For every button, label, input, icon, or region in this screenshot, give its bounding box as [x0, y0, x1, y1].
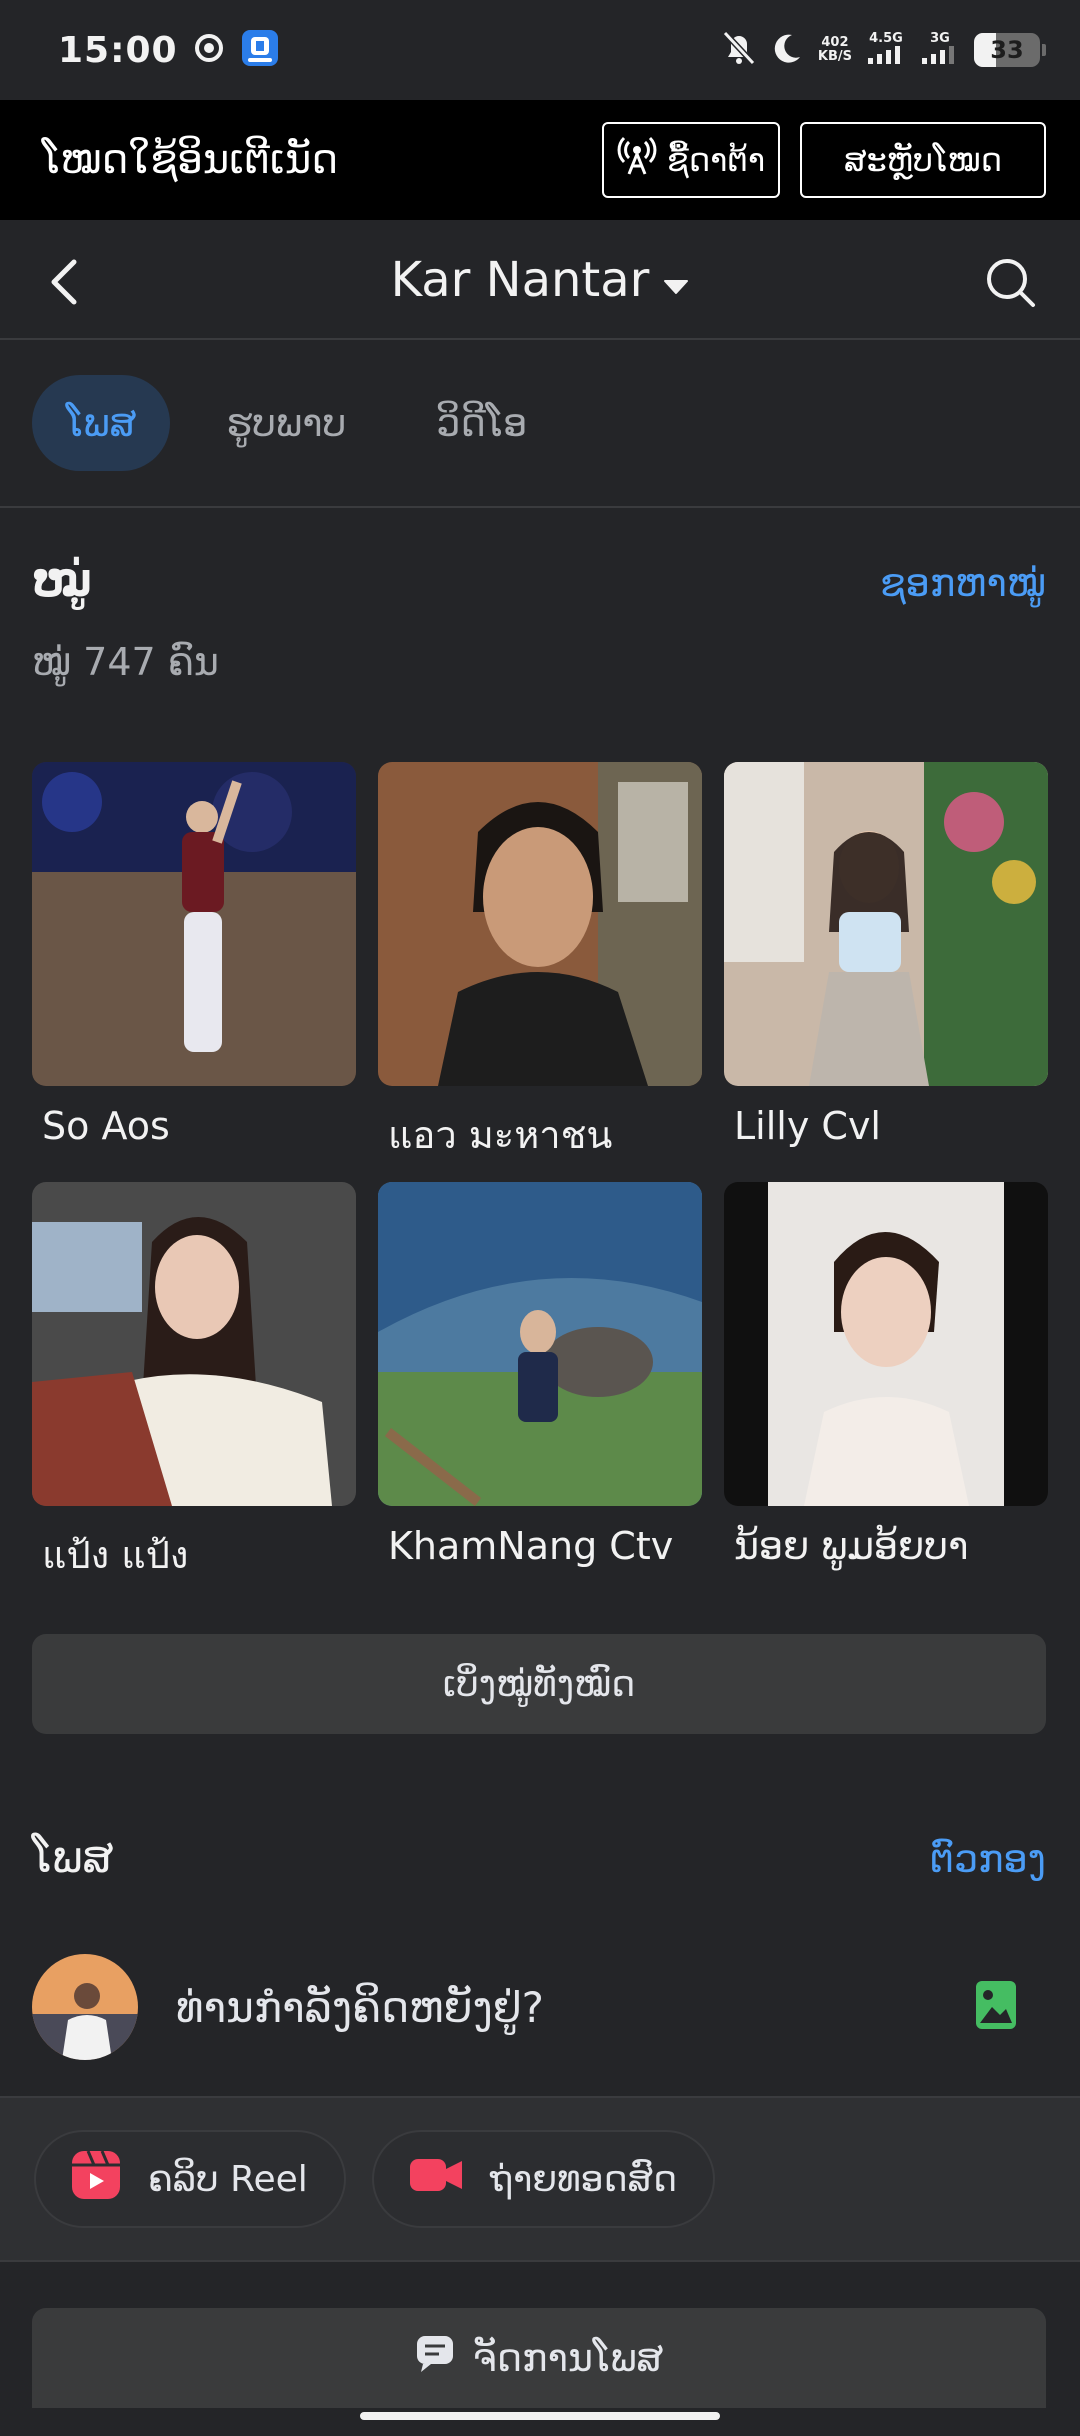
friend-card[interactable]: แอว มะหาชน: [378, 762, 702, 1182]
friend-card[interactable]: ນ້ອຍ ພູມອ້ຍບາ: [724, 1182, 1048, 1602]
signal-4g: 4.5G: [866, 32, 906, 68]
mute-bell-icon: [722, 30, 756, 70]
filter-link[interactable]: ຕົວກອງ: [930, 1837, 1046, 1881]
photo-icon[interactable]: [974, 1979, 1018, 2035]
avatar[interactable]: [32, 1954, 138, 2060]
friend-photo[interactable]: [32, 1182, 356, 1506]
app-notification-icon: [240, 28, 280, 72]
composer-placeholder[interactable]: ທ່ານກຳລັງຄິດຫຍັງຢູ່?: [176, 1983, 544, 2032]
friends-count: ໝູ່ 747 ຄົນ: [32, 640, 219, 684]
friend-name[interactable]: แป้ง แป้ง: [32, 1524, 356, 1585]
profile-header: Kar Nantar: [0, 220, 1080, 340]
friend-name[interactable]: Lilly Cvl: [724, 1104, 1048, 1148]
buy-data-button[interactable]: ຊື້ດາຕ້າ: [602, 122, 780, 198]
friend-photo[interactable]: [724, 1182, 1048, 1506]
status-time: 15:00: [58, 29, 178, 71]
live-video-icon: [408, 2155, 464, 2204]
friend-card[interactable]: So Aos: [32, 762, 356, 1182]
profile-tabs: ໂພສ ຮູບພາບ ວິດີໂອ: [0, 340, 1080, 508]
manage-posts-icon: [415, 2334, 455, 2383]
profile-name-dropdown[interactable]: Kar Nantar: [0, 252, 1080, 308]
sync-icon: [192, 31, 226, 69]
live-video-button[interactable]: ຖ່າຍທອດສົດ: [371, 2130, 716, 2228]
friend-card[interactable]: KhamNang Ctv: [378, 1182, 702, 1602]
friend-name[interactable]: So Aos: [32, 1104, 356, 1148]
friends-title: ໝູ່: [32, 556, 92, 607]
moon-icon: [770, 31, 804, 69]
data-mode-banner: ໂໝດໃຊ້ອິນເຕີເນັດ ຊື້ດາຕ້າ ສະຫຼັບໂໝດ: [0, 100, 1080, 220]
reel-icon: [70, 2149, 122, 2210]
friend-name[interactable]: ນ້ອຍ ພູມອ້ຍບາ: [724, 1524, 1048, 1568]
friends-grid: So Aos แอว มะหาชน Lilly Cvl แป้ง แป้ง Kh…: [32, 762, 1048, 1602]
caret-down-icon: [663, 252, 689, 308]
posts-title: ໂພສ: [32, 1832, 114, 1883]
signal-3g: 3G: [920, 32, 960, 68]
status-bar: 15:00 402 KB/S 4.5G 3G 33: [0, 0, 1080, 100]
reel-button[interactable]: ຄລິບ Reel: [34, 2130, 346, 2228]
switch-mode-button[interactable]: ສະຫຼັບໂໝດ: [800, 122, 1046, 198]
data-mode-title: ໂໝດໃຊ້ອິນເຕີເນັດ: [42, 137, 338, 183]
network-speed: 402 KB/S: [817, 35, 852, 64]
friend-card[interactable]: Lilly Cvl: [724, 762, 1048, 1182]
post-composer[interactable]: ທ່ານກຳລັງຄິດຫຍັງຢູ່?: [32, 1954, 1046, 2060]
friends-header: ໝູ່ ຊອກຫາໝູ່: [32, 556, 1046, 607]
tab-photos[interactable]: ຮູບພາບ: [192, 375, 380, 471]
see-all-friends-button[interactable]: ເບິ່ງໝູ່ທັງໝົດ: [32, 1634, 1046, 1734]
broadcast-tower-icon: [617, 136, 657, 184]
manage-posts-button[interactable]: ຈັດການໂພສ: [32, 2308, 1046, 2408]
friend-photo[interactable]: [32, 762, 356, 1086]
friend-photo[interactable]: [724, 762, 1048, 1086]
home-indicator[interactable]: [360, 2412, 720, 2420]
post-actions: ຄລິບ Reel ຖ່າຍທອດສົດ: [0, 2096, 1080, 2262]
tab-posts[interactable]: ໂພສ: [32, 375, 171, 471]
friend-name[interactable]: KhamNang Ctv: [378, 1524, 702, 1568]
profile-name: Kar Nantar: [390, 252, 650, 308]
friend-card[interactable]: แป้ง แป้ง: [32, 1182, 356, 1602]
friend-photo[interactable]: [378, 1182, 702, 1506]
find-friends-link[interactable]: ຊອກຫາໝູ່: [880, 561, 1046, 605]
battery-icon: 33: [974, 33, 1046, 67]
posts-header: ໂພສ ຕົວກອງ: [32, 1832, 1046, 1883]
friend-name[interactable]: แอว มะหาชน: [378, 1104, 702, 1165]
tab-videos[interactable]: ວິດີໂອ: [402, 375, 561, 471]
search-icon[interactable]: [984, 256, 1036, 308]
friend-photo[interactable]: [378, 762, 702, 1086]
